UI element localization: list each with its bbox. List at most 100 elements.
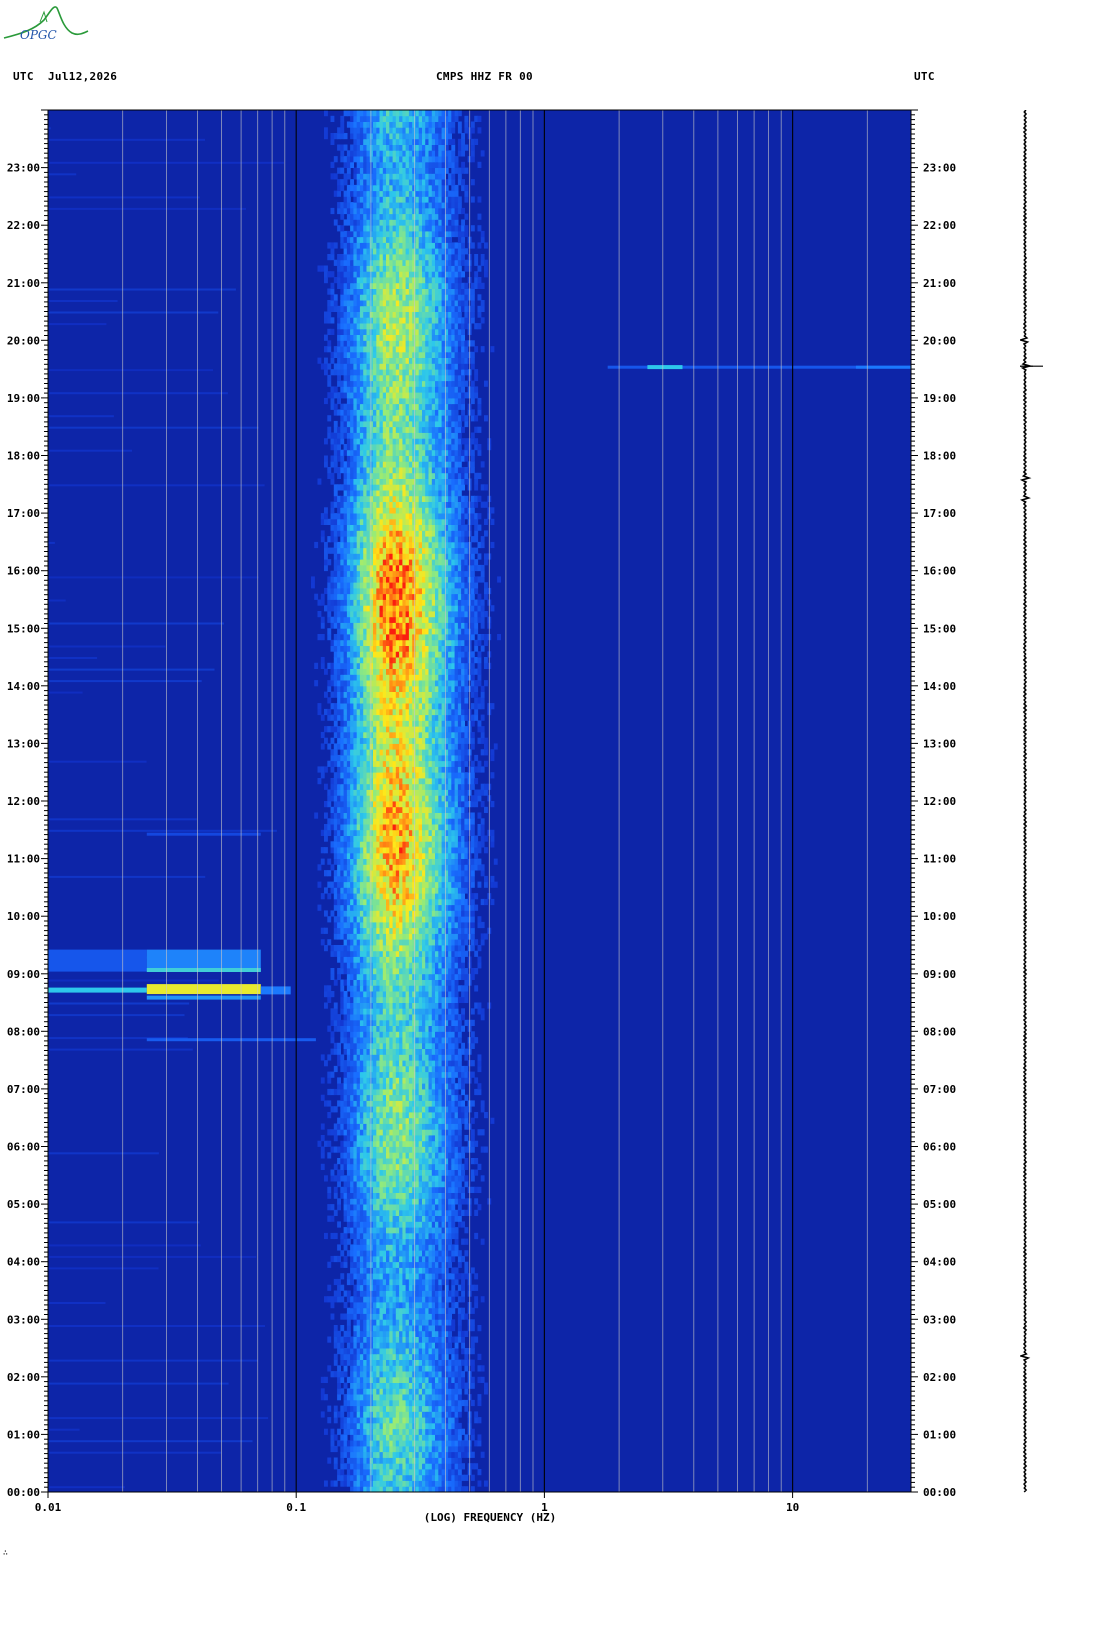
- heatmap-cell: [464, 1474, 469, 1481]
- spectrogram-row: [324, 870, 485, 877]
- spectrogram-row: [337, 1158, 479, 1165]
- heatmap-cell: [474, 1198, 479, 1205]
- heatmap-cell: [484, 1388, 488, 1395]
- heatmap-cell: [461, 1042, 465, 1049]
- heatmap-cell: [451, 1284, 456, 1291]
- heatmap-cell: [477, 1440, 482, 1447]
- heatmap-cell: [340, 1376, 345, 1383]
- heatmap-cell: [451, 1296, 456, 1303]
- heatmap-cell: [464, 1365, 469, 1372]
- heatmap-cell: [474, 1209, 479, 1216]
- heatmap-cell: [330, 1037, 335, 1044]
- heatmap-cell: [480, 864, 485, 871]
- heatmap-cell: [461, 1290, 465, 1297]
- heatmap-cell: [464, 1405, 469, 1412]
- heatmap-cell: [484, 1112, 488, 1119]
- heatmap-cell: [330, 1031, 335, 1038]
- heatmap-cell: [474, 1296, 479, 1303]
- heatmap-cell: [490, 898, 495, 906]
- heatmap-cell: [330, 1204, 335, 1211]
- heatmap-cell: [320, 1163, 325, 1170]
- heatmap-cell: [454, 1353, 459, 1360]
- heatmap-cell: [461, 1428, 465, 1435]
- heatmap-cell: [477, 847, 482, 854]
- heatmap-cell: [480, 1376, 485, 1383]
- heatmap-cell: [320, 1146, 325, 1153]
- heatmap-cell: [470, 1474, 475, 1481]
- spectrogram-row: [324, 824, 485, 831]
- heatmap-cell: [327, 1284, 332, 1291]
- spectrogram-row: [333, 921, 485, 929]
- spectrogram-row: [333, 1065, 482, 1073]
- heatmap-cell: [464, 1399, 469, 1407]
- heatmap-cell: [457, 1094, 462, 1101]
- heatmap-cell: [337, 1181, 341, 1188]
- heatmap-cell: [464, 1094, 469, 1101]
- heatmap-cell: [461, 1342, 465, 1349]
- heatmap-cell: [337, 1042, 341, 1049]
- heatmap-cell: [470, 1428, 475, 1435]
- heatmap-cell: [340, 1411, 345, 1418]
- heatmap-cell: [337, 1048, 341, 1055]
- heatmap-cell: [464, 1434, 469, 1441]
- heatmap-cell: [337, 1290, 341, 1297]
- spectrogram-row: [333, 852, 479, 859]
- heatmap-cell: [470, 1031, 475, 1038]
- heatmap-cell: [470, 945, 475, 952]
- heatmap-cell: [474, 1273, 479, 1280]
- heatmap-cell: [448, 1330, 452, 1337]
- heatmap-cell: [333, 1209, 338, 1216]
- heatmap-cell: [454, 1002, 459, 1009]
- heatmap-cell: [457, 1019, 462, 1026]
- heatmap-cell: [477, 1480, 482, 1487]
- heatmap-cell: [464, 1054, 469, 1061]
- heatmap-cell: [477, 1083, 482, 1090]
- spectrogram-row: [333, 1359, 475, 1366]
- heatmap-cell: [490, 841, 495, 848]
- heatmap-cell: [457, 1250, 462, 1257]
- spectrogram-row: [333, 1290, 472, 1297]
- heatmap-cell: [464, 1330, 469, 1337]
- heatmap-cell: [454, 1088, 459, 1096]
- heatmap-cell: [464, 1353, 469, 1360]
- heatmap-cell: [470, 1267, 475, 1274]
- heatmap-cell: [451, 1221, 456, 1228]
- heatmap-cell: [470, 921, 475, 929]
- heatmap-cell: [470, 1365, 475, 1372]
- spectrogram-row: [320, 1123, 472, 1130]
- heatmap-cell: [457, 1135, 462, 1142]
- heatmap-cell: [480, 1100, 485, 1107]
- heatmap-cell: [457, 1181, 462, 1188]
- spectrogram-row: [340, 1273, 479, 1280]
- heatmap-cell: [490, 1117, 495, 1124]
- heatmap-cell: [470, 1100, 475, 1107]
- heatmap-cell: [457, 1140, 462, 1147]
- heatmap-cell: [464, 939, 469, 946]
- heatmap-cell: [457, 1365, 462, 1372]
- heatmap-cell: [327, 1077, 332, 1084]
- heatmap-cell: [474, 985, 479, 992]
- heatmap-cell: [333, 1065, 338, 1073]
- heatmap-cell: [457, 1469, 462, 1476]
- heatmap-cell: [324, 1060, 328, 1067]
- heatmap-cell: [470, 933, 475, 940]
- heatmap-cell: [464, 1065, 469, 1073]
- heatmap-cell: [461, 1008, 465, 1015]
- heatmap-cell: [477, 858, 482, 865]
- spectrogram-row: [333, 1209, 479, 1216]
- heatmap-cell: [490, 875, 495, 883]
- heatmap-cell: [333, 979, 338, 986]
- heatmap-cell: [333, 1359, 338, 1366]
- heatmap-cell: [317, 864, 322, 871]
- heatmap-cell: [454, 1227, 459, 1234]
- heatmap-cell: [470, 1146, 475, 1153]
- heatmap-cell: [470, 1325, 475, 1332]
- heatmap-cell: [337, 1221, 341, 1228]
- heatmap-cell: [317, 1140, 322, 1147]
- heatmap-cell: [337, 1330, 341, 1337]
- spectrogram-row: [320, 1163, 482, 1170]
- spectrogram-row: [327, 1215, 462, 1222]
- heatmap-cell: [461, 1463, 465, 1470]
- heatmap-cell: [457, 1031, 462, 1038]
- heatmap-cell: [454, 1238, 459, 1245]
